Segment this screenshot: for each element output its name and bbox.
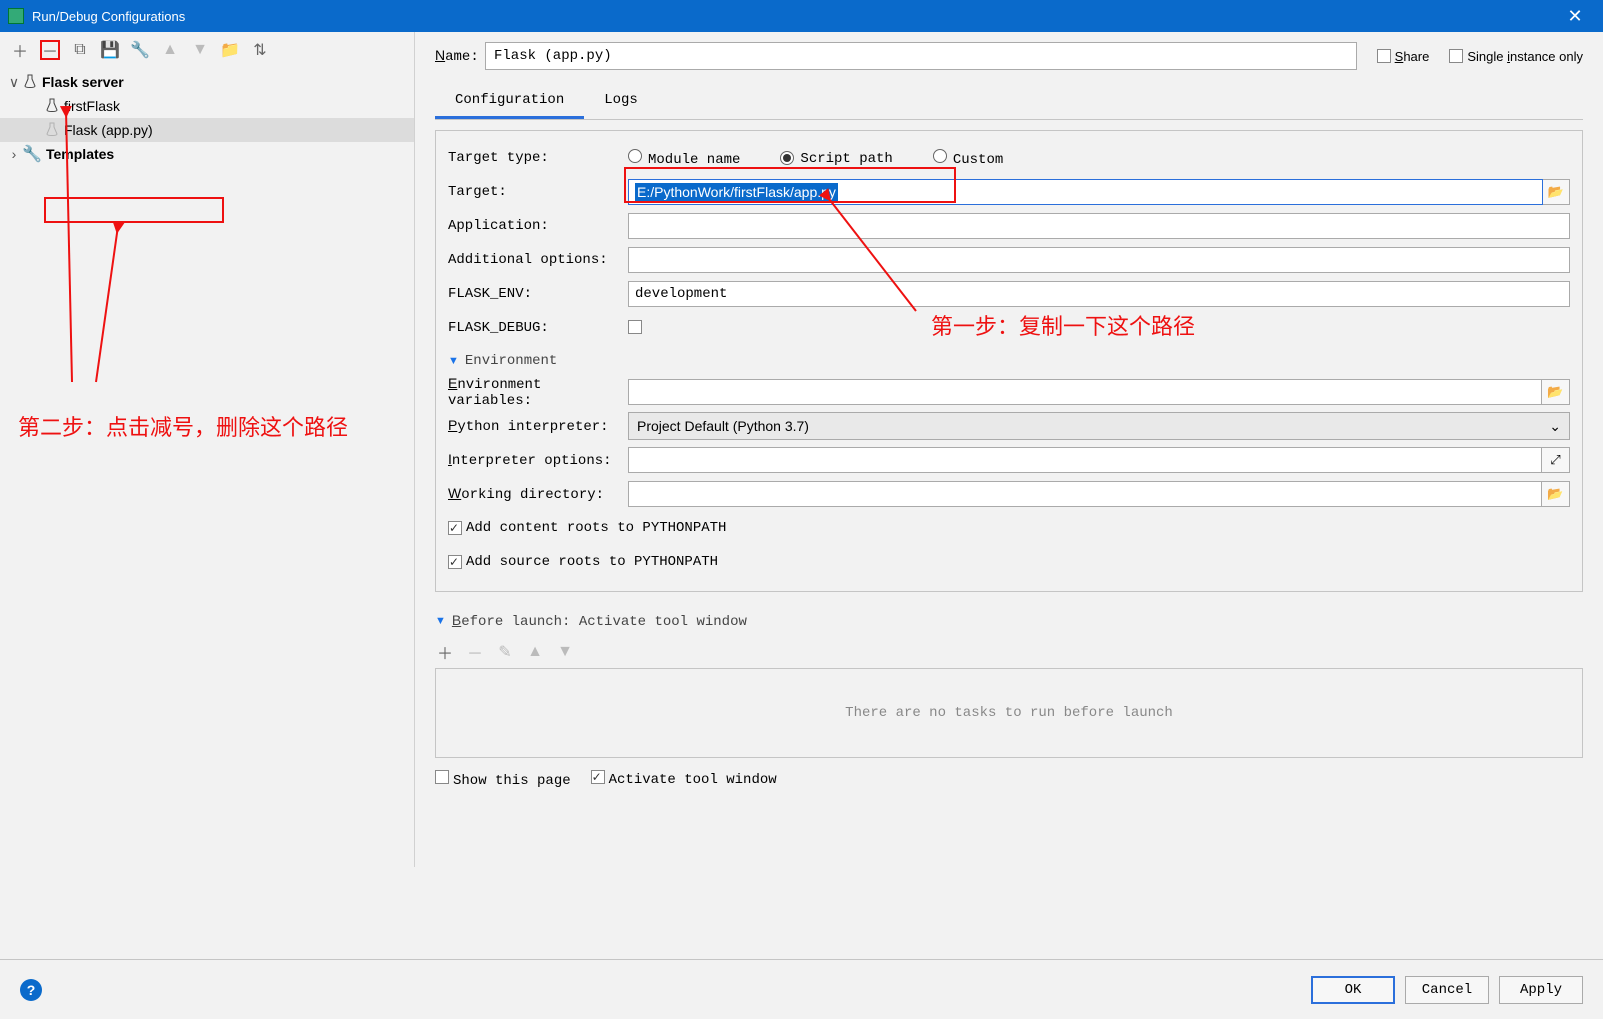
single-instance-checkbox[interactable]: Single instance only bbox=[1449, 49, 1583, 64]
target-input[interactable]: E:/PythonWork/firstFlask/app.py bbox=[628, 179, 1543, 205]
annotation-box bbox=[44, 197, 224, 223]
before-launch-header[interactable]: ▼ Before launch: Activate tool window bbox=[435, 612, 1583, 630]
name-input[interactable] bbox=[485, 42, 1357, 70]
flask-icon bbox=[44, 122, 60, 138]
interpreter-options-input[interactable] bbox=[628, 447, 1542, 473]
annotation-step2: 第二步：点击减号，删除这个路径 bbox=[18, 410, 348, 442]
show-this-page-checkbox[interactable]: Show this page bbox=[435, 770, 571, 789]
down-task-icon[interactable]: ▼ bbox=[555, 642, 575, 662]
add-source-roots-checkbox[interactable] bbox=[448, 555, 462, 569]
chevron-down-icon[interactable]: ∨ bbox=[6, 74, 22, 91]
wrench-icon: 🔧 bbox=[22, 144, 42, 164]
target-label: Target: bbox=[448, 184, 628, 200]
tree-label: Templates bbox=[46, 146, 114, 162]
browse-target-icon[interactable]: 📂 bbox=[1543, 179, 1570, 205]
python-interpreter-select[interactable]: Project Default (Python 3.7) ⌄ bbox=[628, 412, 1570, 440]
interpreter-options-label: Interpreter options: bbox=[448, 451, 628, 469]
config-tree: ∨ Flask server firstFlask Flask (app.py) bbox=[0, 68, 414, 168]
apply-button[interactable]: Apply bbox=[1499, 976, 1583, 1004]
before-launch-tasks: There are no tasks to run before launch bbox=[435, 668, 1583, 758]
before-launch-label: Before launch: Activate tool window bbox=[452, 612, 747, 630]
ok-button[interactable]: OK bbox=[1311, 976, 1395, 1004]
up-icon[interactable]: ▲ bbox=[160, 40, 180, 60]
flask-debug-checkbox[interactable] bbox=[628, 320, 642, 334]
activate-tool-window-checkbox[interactable]: Activate tool window bbox=[591, 770, 777, 789]
configuration-panel: Target type: Module name Script path Cus… bbox=[435, 130, 1583, 592]
before-launch-toolbar: ＋ － ✎ ▲ ▼ bbox=[435, 636, 1583, 668]
working-dir-label: Working directory: bbox=[448, 485, 628, 503]
flask-debug-label: FLASK_DEBUG: bbox=[448, 320, 628, 336]
remove-icon[interactable]: － bbox=[40, 40, 60, 60]
help-icon[interactable]: ? bbox=[20, 979, 42, 1001]
tabs: Configuration Logs bbox=[435, 84, 1583, 120]
application-input[interactable] bbox=[628, 213, 1570, 239]
main-panel: Name: Share Single instance only Configu… bbox=[415, 32, 1603, 867]
dialog-footer: ? OK Cancel Apply bbox=[0, 959, 1603, 1019]
target-value: E:/PythonWork/firstFlask/app.py bbox=[635, 183, 838, 201]
tree-label: firstFlask bbox=[64, 98, 120, 114]
pycharm-icon bbox=[8, 8, 24, 24]
down-icon[interactable]: ▼ bbox=[190, 40, 210, 60]
tab-configuration[interactable]: Configuration bbox=[435, 84, 584, 119]
sort-icon[interactable]: ⇅ bbox=[250, 40, 270, 60]
sidebar: ＋ － ⧉ 💾 🔧 ▲ ▼ 📁 ⇅ ∨ Flask server fir bbox=[0, 32, 415, 867]
up-task-icon[interactable]: ▲ bbox=[525, 642, 545, 662]
flask-env-label: FLASK_ENV: bbox=[448, 286, 628, 302]
cancel-button[interactable]: Cancel bbox=[1405, 976, 1489, 1004]
wrench-icon[interactable]: 🔧 bbox=[130, 40, 150, 60]
tab-logs[interactable]: Logs bbox=[584, 84, 658, 119]
target-type-label: Target type: bbox=[448, 150, 628, 166]
flask-icon bbox=[44, 98, 60, 114]
working-dir-input[interactable] bbox=[628, 481, 1542, 507]
collapse-icon: ▼ bbox=[448, 355, 459, 367]
folder-icon[interactable]: 📁 bbox=[220, 40, 240, 60]
env-vars-label: Environment variables: bbox=[448, 375, 628, 409]
env-vars-input[interactable] bbox=[628, 379, 1542, 405]
annotation-step1: 第一步：复制一下这个路径 bbox=[931, 309, 1195, 341]
titlebar: Run/Debug Configurations ✕ bbox=[0, 0, 1603, 32]
tree-node-flask-app[interactable]: Flask (app.py) bbox=[0, 118, 414, 142]
chevron-right-icon[interactable]: › bbox=[6, 146, 22, 162]
save-icon[interactable]: 💾 bbox=[100, 40, 120, 60]
radio-script-path[interactable]: Script path bbox=[780, 150, 892, 167]
share-checkbox[interactable]: Share bbox=[1377, 49, 1430, 64]
remove-task-icon[interactable]: － bbox=[465, 642, 485, 662]
sidebar-toolbar: ＋ － ⧉ 💾 🔧 ▲ ▼ 📁 ⇅ bbox=[0, 32, 414, 68]
tree-node-flask-server[interactable]: ∨ Flask server bbox=[0, 70, 414, 94]
python-interpreter-label: Python interpreter: bbox=[448, 417, 628, 435]
additional-options-input[interactable] bbox=[628, 247, 1570, 273]
flask-icon bbox=[22, 74, 38, 90]
close-icon[interactable]: ✕ bbox=[1555, 6, 1595, 27]
add-content-roots-checkbox[interactable] bbox=[448, 521, 462, 535]
additional-options-label: Additional options: bbox=[448, 252, 628, 268]
section-label: Environment bbox=[465, 353, 557, 369]
flask-env-input[interactable] bbox=[628, 281, 1570, 307]
add-icon[interactable]: ＋ bbox=[10, 40, 30, 60]
application-label: Application: bbox=[448, 218, 628, 234]
interpreter-value: Project Default (Python 3.7) bbox=[637, 418, 809, 434]
collapse-icon: ▼ bbox=[435, 615, 446, 627]
copy-icon[interactable]: ⧉ bbox=[70, 40, 90, 60]
window-title: Run/Debug Configurations bbox=[32, 9, 1555, 24]
name-label: Name: bbox=[435, 47, 485, 65]
radio-custom[interactable]: Custom bbox=[933, 149, 1003, 168]
edit-task-icon[interactable]: ✎ bbox=[495, 642, 515, 662]
expand-icon[interactable]: ⤢ bbox=[1542, 447, 1570, 473]
tree-node-templates[interactable]: › 🔧 Templates bbox=[0, 142, 414, 166]
add-task-icon[interactable]: ＋ bbox=[435, 642, 455, 662]
add-content-roots-label: Add content roots to PYTHONPATH bbox=[466, 520, 726, 536]
chevron-down-icon: ⌄ bbox=[1549, 418, 1561, 435]
add-source-roots-label: Add source roots to PYTHONPATH bbox=[466, 554, 718, 570]
tree-label: Flask (app.py) bbox=[64, 122, 153, 138]
tree-label: Flask server bbox=[42, 74, 124, 90]
tree-node-firstflask[interactable]: firstFlask bbox=[0, 94, 414, 118]
browse-env-icon[interactable]: 📂 bbox=[1542, 379, 1570, 405]
environment-section-header[interactable]: ▼ Environment bbox=[448, 353, 1570, 369]
radio-module-name[interactable]: Module name bbox=[628, 149, 740, 168]
browse-workdir-icon[interactable]: 📂 bbox=[1542, 481, 1570, 507]
